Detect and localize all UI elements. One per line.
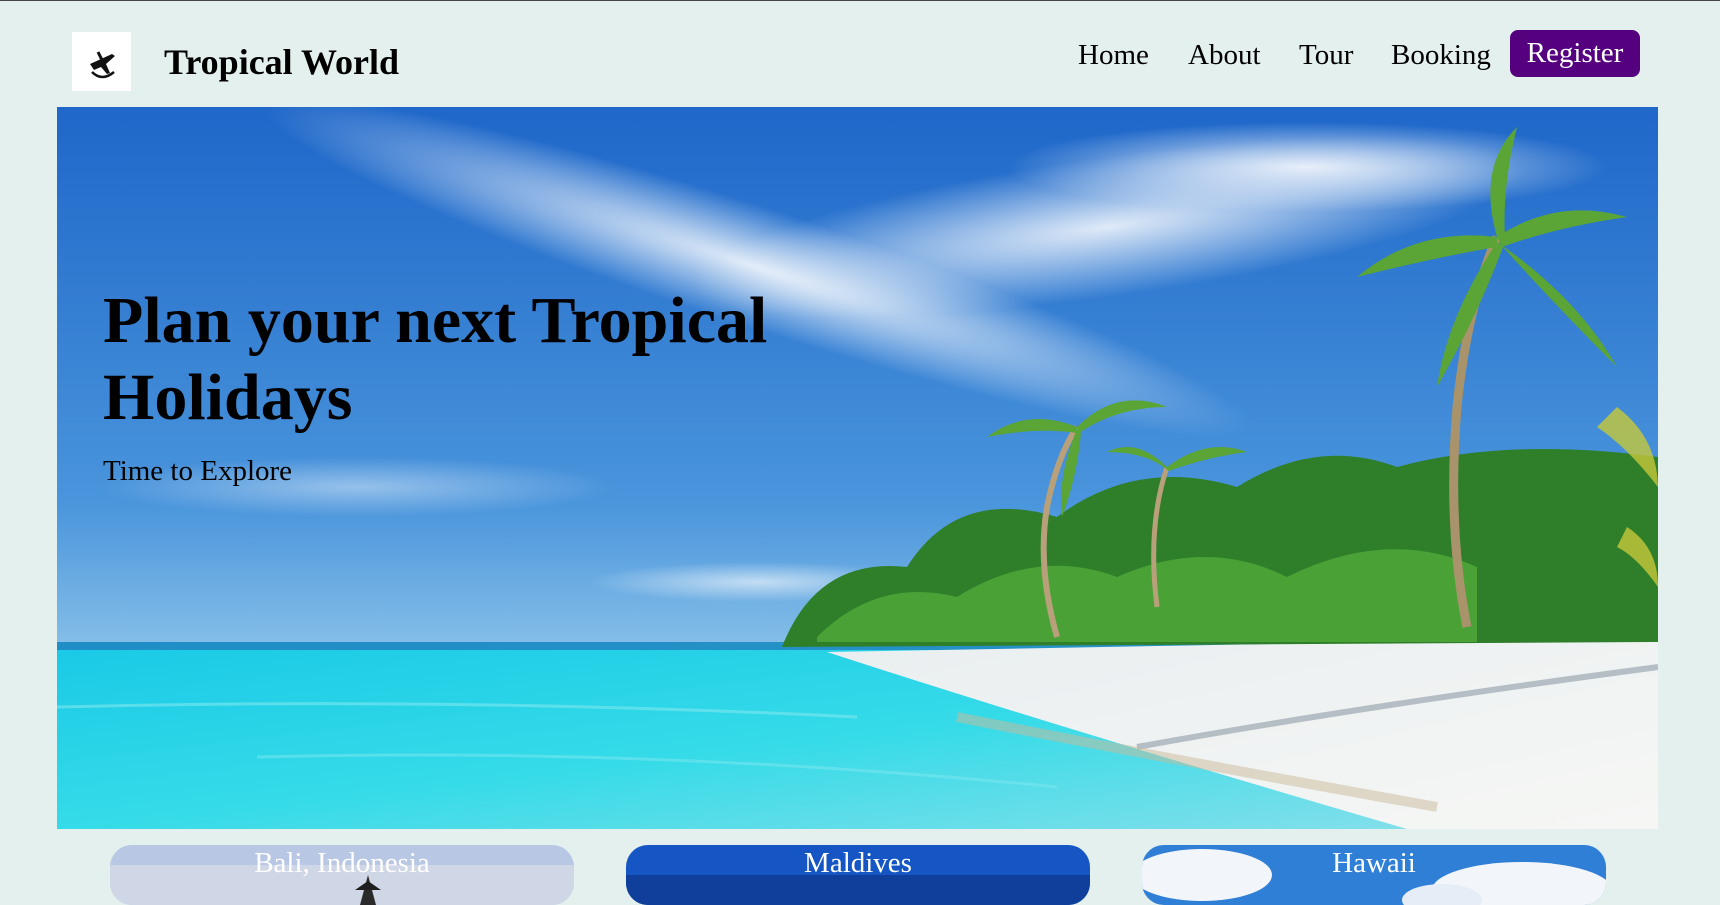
nav-about[interactable]: About: [1188, 37, 1261, 73]
plane-icon: [89, 50, 115, 78]
destination-title: Hawaii: [1332, 847, 1416, 879]
destination-title: Maldives: [804, 847, 912, 879]
hero-title: Plan your next Tropical Holidays: [103, 284, 768, 434]
hero-banner: Plan your next Tropical Holidays Time to…: [57, 107, 1658, 829]
destination-card-hawaii[interactable]: Hawaii: [1142, 845, 1606, 905]
nav-booking[interactable]: Booking: [1391, 37, 1491, 73]
logo[interactable]: [72, 32, 131, 91]
site-header: Tropical World Home About Tour Booking R…: [0, 1, 1720, 107]
destination-card-maldives[interactable]: Maldives: [626, 845, 1090, 905]
destination-card-bali[interactable]: Bali, Indonesia: [110, 845, 574, 905]
register-button[interactable]: Register: [1510, 30, 1640, 77]
nav-tour[interactable]: Tour: [1299, 37, 1353, 73]
hero-beach-image: [57, 107, 1658, 829]
hero-subtitle: Time to Explore: [103, 455, 293, 487]
brand-name[interactable]: Tropical World: [164, 39, 399, 85]
destination-title: Bali, Indonesia: [254, 847, 430, 879]
nav-home[interactable]: Home: [1078, 37, 1149, 73]
